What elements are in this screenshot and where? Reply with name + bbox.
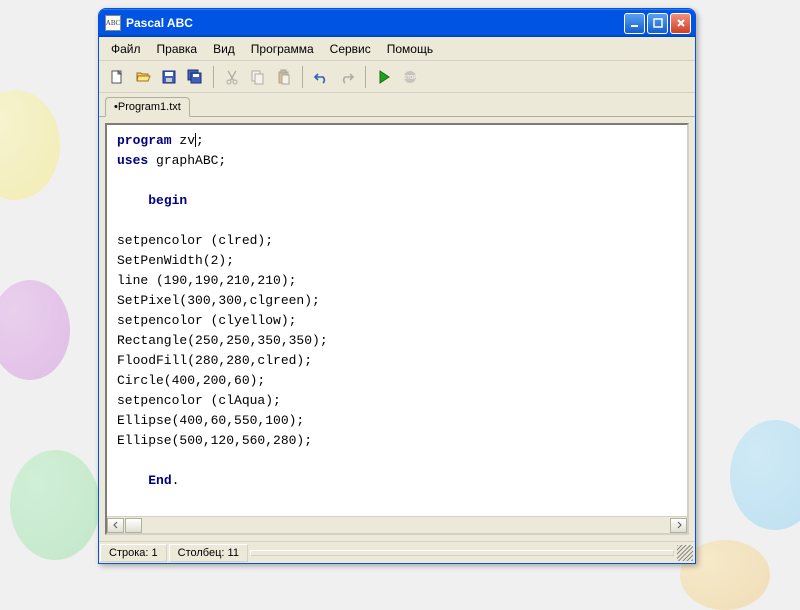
chevron-left-icon bbox=[112, 521, 120, 529]
chevron-right-icon bbox=[675, 521, 683, 529]
copy-button bbox=[246, 65, 270, 89]
status-column: Столбец: 11 bbox=[169, 544, 248, 562]
close-button[interactable] bbox=[670, 13, 691, 34]
menubar: Файл Правка Вид Программа Сервис Помощь bbox=[99, 37, 695, 61]
run-icon bbox=[376, 69, 392, 85]
undo-button[interactable] bbox=[309, 65, 333, 89]
status-row-label: Строка: bbox=[109, 547, 148, 559]
app-window: ABC Pascal ABC Файл Правка Вид Программа… bbox=[98, 8, 696, 564]
save-all-icon bbox=[187, 69, 203, 85]
toolbar-separator bbox=[213, 66, 214, 88]
statusbar: Строка: 1 Столбец: 11 bbox=[99, 541, 695, 563]
background-balloon bbox=[0, 280, 70, 380]
toolbar: STOP bbox=[99, 61, 695, 93]
code-text: graphABC; bbox=[148, 153, 226, 168]
redo-button bbox=[335, 65, 359, 89]
new-file-icon bbox=[109, 69, 125, 85]
stop-button: STOP bbox=[398, 65, 422, 89]
keyword-program: program bbox=[117, 133, 172, 148]
keyword-end: End bbox=[148, 473, 171, 488]
redo-icon bbox=[339, 69, 355, 85]
menu-program[interactable]: Программа bbox=[243, 39, 322, 59]
close-icon bbox=[676, 18, 686, 28]
open-folder-icon bbox=[135, 69, 151, 85]
tabbar: •Program1.txt bbox=[99, 93, 695, 117]
code-body: setpencolor (clred); SetPenWidth(2); lin… bbox=[117, 233, 328, 448]
horizontal-scrollbar[interactable] bbox=[107, 516, 687, 533]
toolbar-separator bbox=[365, 66, 366, 88]
resize-grip[interactable] bbox=[677, 545, 693, 561]
maximize-icon bbox=[653, 18, 663, 28]
toolbar-separator bbox=[302, 66, 303, 88]
cut-icon bbox=[224, 69, 240, 85]
run-button[interactable] bbox=[372, 65, 396, 89]
code-text: zv bbox=[172, 133, 195, 148]
svg-text:STOP: STOP bbox=[403, 75, 417, 81]
status-row-value: 1 bbox=[152, 547, 158, 559]
editor-area: program zv; uses graphABC; begin setpenc… bbox=[105, 123, 689, 535]
status-row: Строка: 1 bbox=[100, 544, 167, 562]
status-col-label: Столбец: bbox=[178, 547, 225, 559]
titlebar[interactable]: ABC Pascal ABC bbox=[99, 9, 695, 37]
open-button[interactable] bbox=[131, 65, 155, 89]
menu-view[interactable]: Вид bbox=[205, 39, 243, 59]
tab-program1[interactable]: •Program1.txt bbox=[105, 97, 190, 117]
status-spacer bbox=[250, 550, 674, 556]
new-file-button[interactable] bbox=[105, 65, 129, 89]
scroll-thumb[interactable] bbox=[125, 518, 142, 533]
paste-button bbox=[272, 65, 296, 89]
background-balloon bbox=[10, 450, 100, 560]
save-button[interactable] bbox=[157, 65, 181, 89]
menu-help[interactable]: Помощь bbox=[379, 39, 441, 59]
undo-icon bbox=[313, 69, 329, 85]
paste-icon bbox=[276, 69, 292, 85]
window-title: Pascal ABC bbox=[126, 16, 193, 30]
minimize-icon bbox=[630, 18, 640, 28]
code-text: . bbox=[172, 473, 180, 488]
scroll-right-button[interactable] bbox=[670, 518, 687, 533]
menu-edit[interactable]: Правка bbox=[149, 39, 206, 59]
background-balloon bbox=[0, 90, 60, 200]
keyword-uses: uses bbox=[117, 153, 148, 168]
text-cursor bbox=[195, 133, 196, 147]
menu-file[interactable]: Файл bbox=[103, 39, 149, 59]
code-editor[interactable]: program zv; uses graphABC; begin setpenc… bbox=[107, 125, 687, 516]
menu-service[interactable]: Сервис bbox=[322, 39, 379, 59]
background-balloon bbox=[730, 420, 800, 530]
app-icon: ABC bbox=[105, 15, 121, 31]
save-all-button[interactable] bbox=[183, 65, 207, 89]
minimize-button[interactable] bbox=[624, 13, 645, 34]
scroll-left-button[interactable] bbox=[107, 518, 124, 533]
save-icon bbox=[161, 69, 177, 85]
cut-button bbox=[220, 65, 244, 89]
stop-icon: STOP bbox=[402, 69, 418, 85]
keyword-begin: begin bbox=[148, 193, 187, 208]
code-text: ; bbox=[196, 133, 204, 148]
copy-icon bbox=[250, 69, 266, 85]
maximize-button[interactable] bbox=[647, 13, 668, 34]
status-col-value: 11 bbox=[228, 547, 239, 559]
tab-label: Program1.txt bbox=[118, 101, 181, 113]
